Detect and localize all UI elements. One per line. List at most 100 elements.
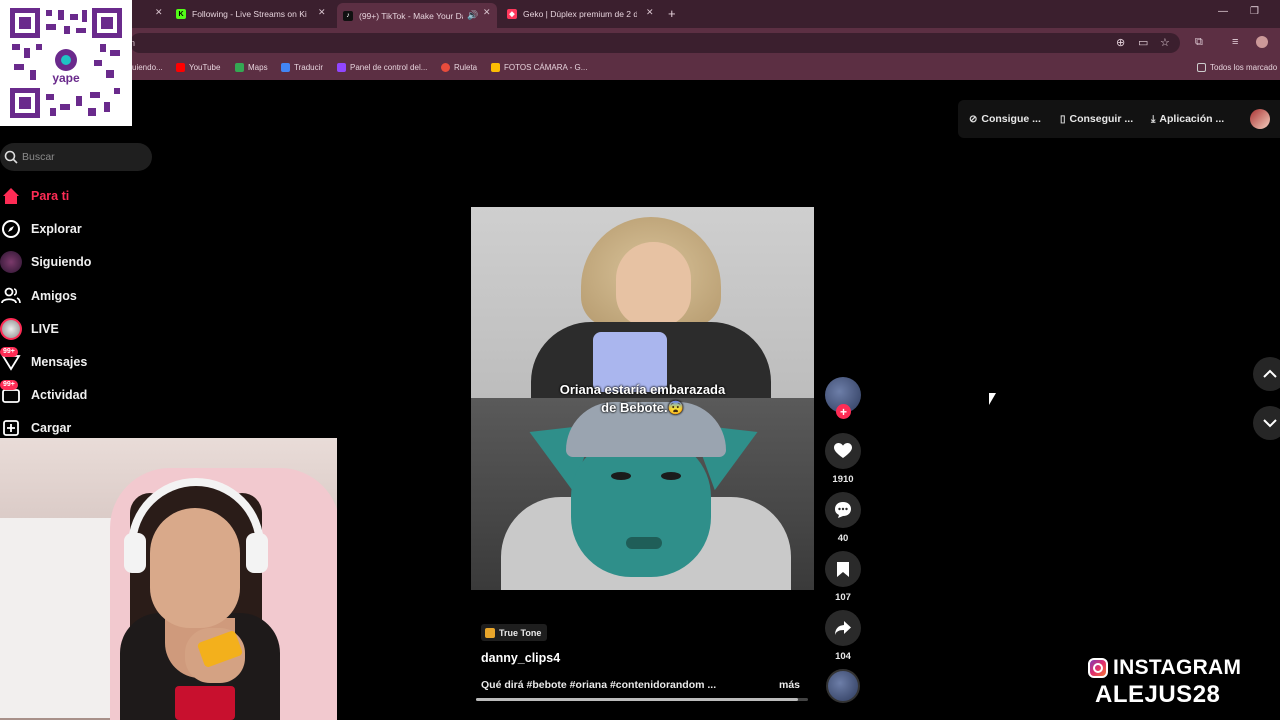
tab-kick[interactable]: K Following - Live Streams on Ki — [176, 4, 310, 24]
get-coins-button[interactable]: ⊘ Consigue ... — [969, 113, 1041, 125]
notification-badge: 99+ — [0, 380, 18, 390]
caption-line: Oriana estaría embarazada — [559, 382, 726, 397]
kick-icon: K — [176, 9, 186, 19]
sidebar-item-amigos[interactable]: Amigos — [0, 283, 150, 309]
bookmark-label: Panel de control del... — [350, 63, 428, 72]
bookmark-ruleta[interactable]: Ruleta — [441, 63, 477, 72]
like-count: 1910 — [832, 474, 854, 485]
twitch-icon — [337, 63, 346, 72]
bookmark-label: Todos los marcado — [1210, 63, 1278, 72]
media-icon[interactable]: ≡ — [1232, 36, 1238, 48]
coin-icon: ⊘ — [969, 113, 978, 125]
next-video-button[interactable] — [1253, 406, 1280, 440]
watermark-handle: ALEJUS28 — [1095, 681, 1221, 708]
youtube-icon — [176, 63, 185, 72]
comment-icon — [835, 502, 851, 518]
sidebar-item-para-ti[interactable]: Para ti — [0, 183, 150, 209]
sound-chip-label: True Tone — [499, 627, 542, 638]
save-button[interactable] — [825, 551, 861, 587]
search-input[interactable] — [22, 148, 142, 166]
bookmark-all[interactable]: Todos los marcado — [1197, 63, 1277, 72]
close-icon[interactable]: ✕ — [318, 7, 326, 18]
extensions-icon[interactable]: ⧉ — [1195, 36, 1203, 49]
button-label: Consigue ... — [981, 113, 1041, 125]
sidebar-item-label: Siguiendo — [31, 255, 92, 269]
sidebar-item-actividad[interactable]: 99+ Actividad — [0, 380, 150, 408]
tab-label: (99+) TikTok - Make Your Da — [359, 10, 463, 21]
friends-icon — [0, 285, 22, 307]
search-icon[interactable] — [4, 150, 18, 164]
airbnb-icon: ◆ — [507, 9, 517, 19]
bookmark-label: Ruleta — [454, 63, 478, 72]
user-avatar[interactable] — [1250, 109, 1270, 129]
bookmark-drive[interactable]: FOTOS CÁMARA - G... — [491, 63, 587, 72]
bookmark-label: YouTube — [189, 63, 221, 72]
wheel-icon — [441, 63, 450, 72]
download-icon: ⤓ — [1151, 113, 1156, 125]
restore-icon[interactable]: ❐ — [1250, 6, 1259, 17]
sidebar-item-label: Explorar — [31, 222, 82, 236]
profile-icon[interactable] — [1256, 36, 1268, 48]
star-icon[interactable]: ☆ — [1160, 36, 1170, 49]
video-progress-bar[interactable] — [476, 698, 808, 701]
sidebar-item-mensajes[interactable]: 99+ Mensajes — [0, 347, 150, 375]
mouse-cursor — [989, 393, 996, 405]
goblin-face — [571, 437, 711, 577]
share-button[interactable] — [825, 610, 861, 646]
bookmark-maps[interactable]: Maps — [235, 63, 268, 72]
get-app-button[interactable]: ▯ Conseguir ... — [1060, 113, 1133, 125]
sound-chip[interactable]: True Tone — [481, 624, 548, 641]
audio-icon[interactable]: 🔊 — [467, 10, 478, 21]
bookmark-translate[interactable]: Traducir — [281, 63, 323, 72]
tab-tiktok[interactable]: ♪ (99+) TikTok - Make Your Da 🔊 — [337, 3, 497, 28]
sidebar-item-label: Amigos — [31, 289, 77, 303]
cast-icon[interactable]: ▭ — [1138, 36, 1148, 49]
sidebar-item-live[interactable]: LIVE — [0, 316, 150, 342]
button-label: Conseguir ... — [1069, 113, 1134, 125]
previous-video-button[interactable] — [1253, 357, 1280, 391]
instagram-watermark: INSTAGRAM — [1088, 656, 1241, 680]
watermark-platform: INSTAGRAM — [1113, 656, 1242, 679]
music-disc-avatar[interactable] — [826, 669, 860, 703]
snack-bag — [175, 686, 235, 720]
progress-fill — [476, 698, 799, 701]
tab-label: Following - Live Streams on Ki — [192, 9, 307, 19]
sidebar-item-label: Mensajes — [31, 355, 88, 369]
bookmark-youtube[interactable]: YouTube — [176, 63, 220, 72]
tab-geko[interactable]: ◆ Geko | Dúplex premium de 2 d — [507, 4, 637, 24]
eye — [661, 472, 681, 480]
omnibox[interactable] — [130, 33, 1180, 53]
bookmark-twitch[interactable]: Panel de control del... — [337, 63, 427, 72]
qr-icon: yape — [10, 8, 122, 118]
video-player[interactable]: Oriana estaría embarazada de Bebote.😨 — [471, 207, 814, 590]
video-author-name[interactable]: danny_clips4 — [481, 651, 560, 665]
button-label: Aplicación ... — [1159, 113, 1225, 125]
bookmark-label: Traducir — [294, 63, 324, 72]
close-icon[interactable]: ✕ — [483, 7, 491, 18]
comment-button[interactable] — [825, 492, 861, 528]
zoom-icon[interactable]: ⊕ — [1116, 36, 1125, 49]
like-button[interactable] — [825, 433, 861, 469]
sidebar-item-label: Actividad — [31, 388, 88, 402]
minimize-icon[interactable]: — — [1218, 6, 1228, 17]
more-link[interactable]: más — [779, 679, 800, 691]
follow-plus-icon[interactable]: + — [836, 404, 851, 419]
bookmark-label: Maps — [248, 63, 268, 72]
messages-icon: 99+ — [0, 347, 22, 373]
phone-icon: ▯ — [1060, 113, 1066, 125]
share-icon — [835, 621, 851, 635]
close-icon[interactable]: ✕ — [155, 7, 163, 18]
sidebar-item-explorar[interactable]: Explorar — [0, 216, 150, 242]
close-icon[interactable]: ✕ — [646, 7, 654, 18]
bookmark-label: uiendo... — [132, 63, 163, 72]
sidebar-item-siguiendo[interactable]: Siguiendo — [0, 249, 150, 275]
sidebar-item-label: LIVE — [31, 322, 59, 336]
new-tab-button[interactable]: + — [668, 6, 676, 21]
headset-earcup — [124, 533, 146, 573]
following-avatar-icon — [0, 251, 22, 273]
bookmark-item[interactable]: uiendo... — [132, 63, 163, 72]
sidebar-item-label: Para ti — [31, 189, 70, 203]
caption-line: de Bebote.😨 — [601, 400, 684, 415]
share-count: 104 — [835, 651, 851, 662]
desktop-app-button[interactable]: ⤓ Aplicación ... — [1151, 113, 1224, 125]
